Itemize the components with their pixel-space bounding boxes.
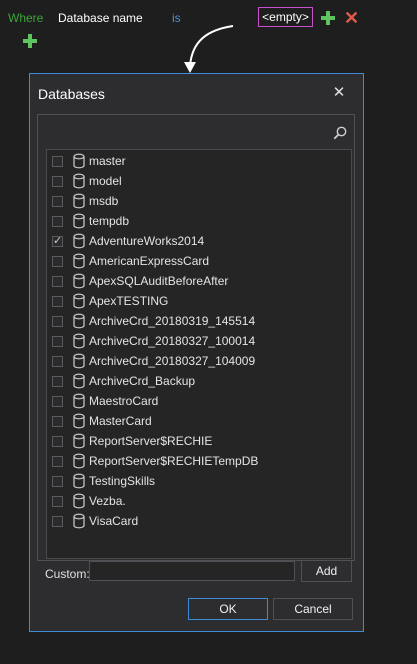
- item-label: msdb: [89, 194, 119, 208]
- list-item[interactable]: ReportServer$RECHIETempDB: [47, 453, 347, 473]
- database-icon: [73, 393, 85, 412]
- list-item[interactable]: ArchiveCrd_20180327_100014: [47, 333, 347, 353]
- item-checkbox[interactable]: [52, 496, 63, 507]
- custom-input[interactable]: [89, 561, 295, 581]
- list-item[interactable]: MaestroCard: [47, 393, 347, 413]
- item-label: model: [89, 174, 122, 188]
- ok-button[interactable]: OK: [188, 598, 268, 620]
- item-label: ArchiveCrd_20180327_100014: [89, 334, 256, 348]
- item-checkbox[interactable]: [52, 256, 63, 267]
- item-label: tempdb: [89, 214, 130, 228]
- item-label: AdventureWorks2014: [89, 234, 205, 248]
- database-icon: [73, 153, 85, 172]
- database-icon: [73, 453, 85, 472]
- database-icon: [73, 433, 85, 452]
- database-icon: [73, 353, 85, 372]
- dialog-title: Databases: [38, 86, 105, 102]
- list-item[interactable]: master: [47, 153, 347, 173]
- database-icon: [73, 193, 85, 212]
- item-label: ApexTESTING: [89, 294, 169, 308]
- list-item[interactable]: ReportServer$RECHIE: [47, 433, 347, 453]
- database-icon: [73, 253, 85, 272]
- list-item[interactable]: ApexTESTING: [47, 293, 347, 313]
- item-checkbox[interactable]: [52, 156, 63, 167]
- item-checkbox[interactable]: [52, 336, 63, 347]
- item-label: ReportServer$RECHIETempDB: [89, 454, 259, 468]
- item-checkbox[interactable]: [52, 216, 63, 227]
- item-checkbox[interactable]: ✓: [52, 236, 63, 247]
- item-checkbox[interactable]: [52, 356, 63, 367]
- item-label: MaestroCard: [89, 394, 159, 408]
- database-icon: [73, 173, 85, 192]
- database-icon: [73, 473, 85, 492]
- database-icon: [73, 313, 85, 332]
- database-icon: [73, 373, 85, 392]
- list-item[interactable]: ApexSQLAuditBeforeAfter: [47, 273, 347, 293]
- list-item[interactable]: ✓ AdventureWorks2014: [47, 233, 347, 253]
- list-item[interactable]: TestingSkills: [47, 473, 347, 493]
- database-icon: [73, 513, 85, 532]
- item-checkbox[interactable]: [52, 196, 63, 207]
- database-icon: [73, 333, 85, 352]
- database-icon: [73, 493, 85, 512]
- database-panel: master model msdb tempdb ✓ AdventureWorks2014…: [37, 114, 355, 561]
- item-label: master: [89, 154, 126, 168]
- add-condition-icon[interactable]: [321, 11, 335, 25]
- database-icon: [73, 413, 85, 432]
- databases-dialog: Databases ✕ master model msdb tempdb ✓ Advent…: [29, 73, 364, 632]
- item-checkbox[interactable]: [52, 376, 63, 387]
- custom-label: Custom:: [45, 567, 90, 581]
- item-label: ArchiveCrd_20180319_145514: [89, 314, 256, 328]
- item-label: ReportServer$RECHIE: [89, 434, 213, 448]
- item-checkbox[interactable]: [52, 396, 63, 407]
- database-list[interactable]: master model msdb tempdb ✓ AdventureWorks2014…: [46, 149, 352, 559]
- item-label: AmericanExpressCard: [89, 254, 210, 268]
- list-item[interactable]: ArchiveCrd_20180319_145514: [47, 313, 347, 333]
- value-field[interactable]: <empty>: [258, 7, 313, 27]
- item-checkbox[interactable]: [52, 296, 63, 307]
- database-icon: [73, 273, 85, 292]
- list-item[interactable]: AmericanExpressCard: [47, 253, 347, 273]
- item-label: MasterCard: [89, 414, 152, 428]
- pointer-arrow-icon: [184, 25, 234, 73]
- list-item[interactable]: model: [47, 173, 347, 193]
- list-item[interactable]: ArchiveCrd_Backup: [47, 373, 347, 393]
- add-button[interactable]: Add: [301, 560, 352, 582]
- item-label: TestingSkills: [89, 474, 156, 488]
- item-label: ArchiveCrd_20180327_104009: [89, 354, 256, 368]
- search-icon[interactable]: [333, 126, 347, 140]
- list-item[interactable]: Vezba.: [47, 493, 347, 513]
- item-label: ApexSQLAuditBeforeAfter: [89, 274, 229, 288]
- list-item[interactable]: MasterCard: [47, 413, 347, 433]
- item-label: ArchiveCrd_Backup: [89, 374, 196, 388]
- item-label: Vezba.: [89, 494, 126, 508]
- item-checkbox[interactable]: [52, 436, 63, 447]
- list-item[interactable]: ArchiveCrd_20180327_104009: [47, 353, 347, 373]
- database-icon: [73, 213, 85, 232]
- database-icon: [73, 233, 85, 252]
- database-icon: [73, 293, 85, 312]
- add-group-icon[interactable]: [23, 34, 37, 48]
- list-item[interactable]: VisaCard: [47, 513, 347, 533]
- close-icon[interactable]: ✕: [330, 84, 348, 102]
- item-checkbox[interactable]: [52, 516, 63, 527]
- remove-condition-icon[interactable]: ✕: [344, 9, 359, 27]
- item-checkbox[interactable]: [52, 456, 63, 467]
- item-checkbox[interactable]: [52, 416, 63, 427]
- where-label: Where: [8, 11, 44, 25]
- item-checkbox[interactable]: [52, 176, 63, 187]
- cancel-button[interactable]: Cancel: [273, 598, 353, 620]
- item-checkbox[interactable]: [52, 476, 63, 487]
- field-name[interactable]: Database name: [58, 11, 143, 25]
- item-checkbox[interactable]: [52, 276, 63, 287]
- item-label: VisaCard: [89, 514, 139, 528]
- item-checkbox[interactable]: [52, 316, 63, 327]
- list-item[interactable]: msdb: [47, 193, 347, 213]
- list-item[interactable]: tempdb: [47, 213, 347, 233]
